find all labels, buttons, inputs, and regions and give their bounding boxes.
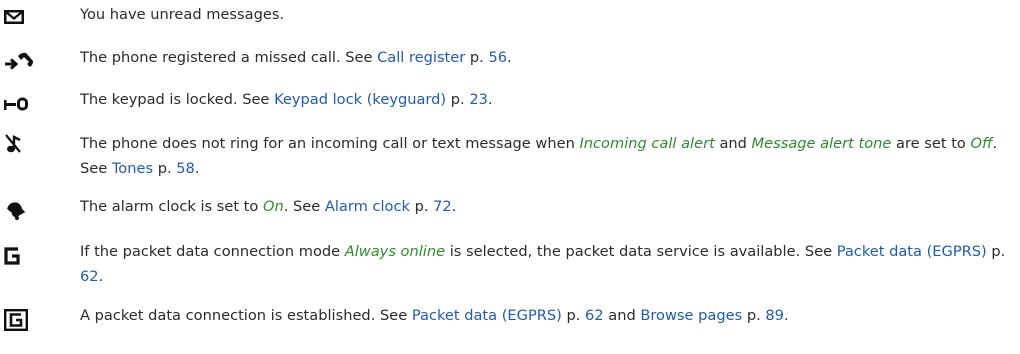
page-link[interactable]: Packet data (EGPRS): [412, 307, 562, 324]
setting-value: On: [262, 198, 284, 215]
page-link[interactable]: 89: [765, 307, 784, 324]
indicator-description: The phone registered a missed call. See …: [80, 49, 512, 66]
gprs-g-icon: [4, 244, 34, 268]
indicator-description: A packet data connection is established.…: [80, 307, 789, 324]
gprs-boxed-g-icon: [4, 308, 34, 332]
page-link[interactable]: Alarm clock: [325, 198, 410, 215]
page-link[interactable]: Keypad lock (keyguard): [274, 91, 446, 108]
alarm-bell-icon: [4, 198, 34, 222]
indicator-description: The alarm clock is set to On. See Alarm …: [80, 198, 457, 215]
setting-value: Off: [970, 135, 993, 152]
envelope-icon: [4, 5, 34, 29]
page-link[interactable]: Tones: [112, 160, 153, 177]
page-link[interactable]: 56: [488, 49, 507, 66]
indicator-description: The phone does not ring for an incoming …: [80, 135, 998, 177]
setting-value: Always online: [344, 243, 446, 260]
page-link[interactable]: Packet data (EGPRS): [837, 243, 987, 260]
page-link[interactable]: 23: [469, 91, 488, 108]
page-link[interactable]: 58: [176, 160, 195, 177]
silent-note-icon: [4, 132, 34, 156]
page-link[interactable]: 62: [585, 307, 604, 324]
key-lock-icon: [4, 92, 34, 116]
menu-setting-name: Incoming call alert: [579, 135, 715, 152]
indicator-description: The keypad is locked. See Keypad lock (k…: [80, 91, 493, 108]
page-link[interactable]: Call register: [377, 49, 465, 66]
indicator-description: If the packet data connection mode Alway…: [80, 243, 1006, 285]
missed-call-icon: [4, 50, 34, 74]
menu-setting-name: Message alert tone: [751, 135, 892, 152]
page-link[interactable]: 62: [80, 268, 99, 285]
page-link[interactable]: 72: [433, 198, 452, 215]
indicator-description: You have unread messages.: [80, 6, 285, 23]
page-link[interactable]: Browse pages: [640, 307, 742, 324]
